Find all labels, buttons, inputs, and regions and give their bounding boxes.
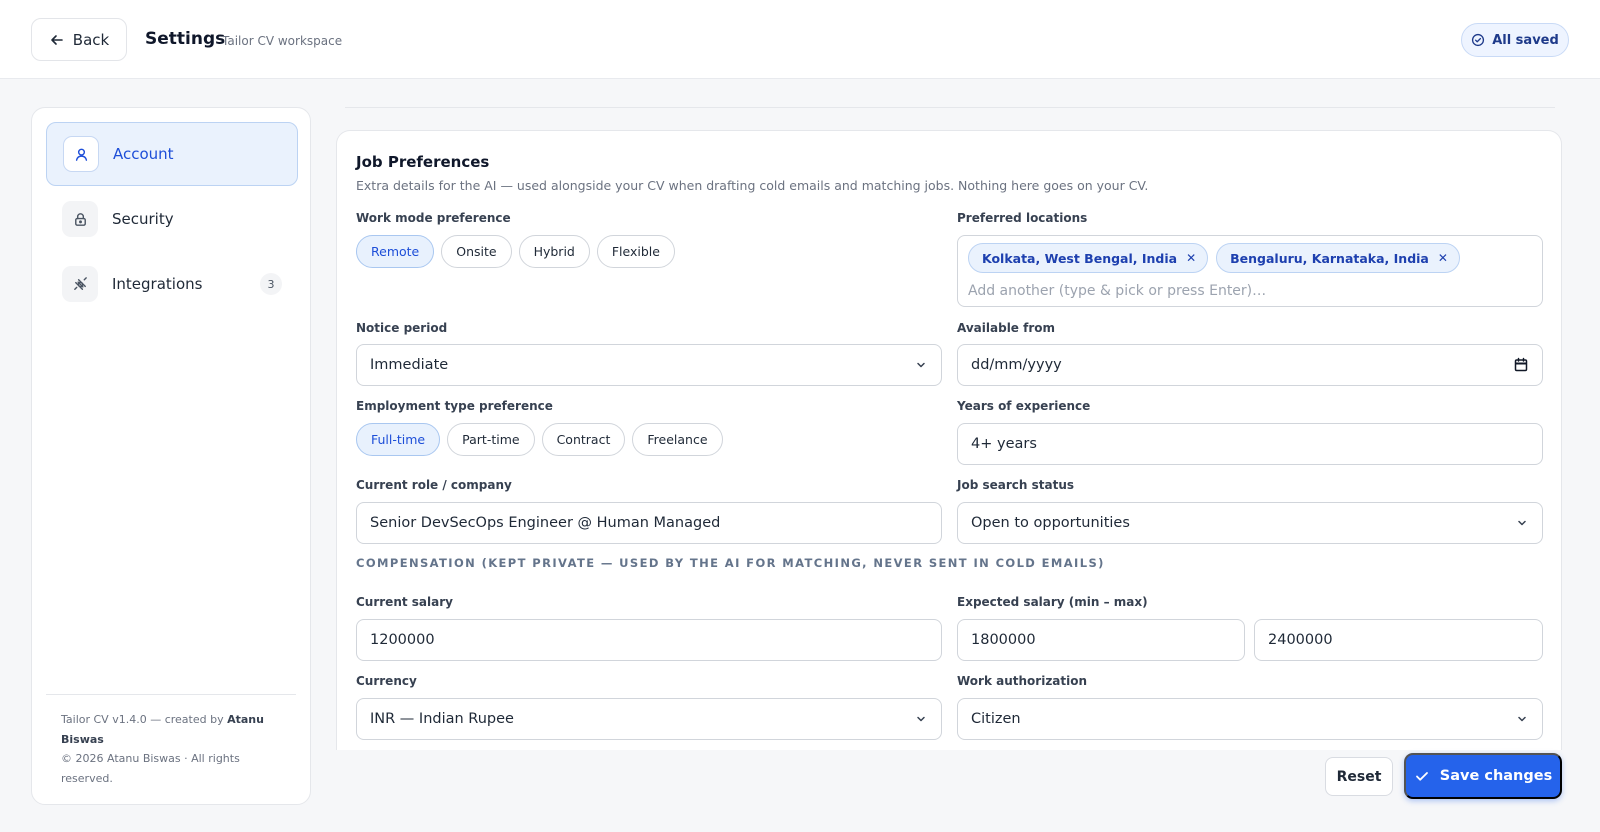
current-role-input[interactable]: Senior DevSecOps Engineer @ Human Manage… xyxy=(356,502,942,544)
employment-type-label: Employment type preference xyxy=(356,399,553,413)
location-tags: Kolkata, West Bengal, India ✕ Bengaluru,… xyxy=(968,243,1460,273)
notice-period-label: Notice period xyxy=(356,321,448,335)
currency-value: INR — Indian Rupee xyxy=(370,711,514,727)
expected-salary-min-value: 1800000 xyxy=(971,632,1036,648)
sidebar-item-label: Account xyxy=(113,145,174,163)
job-search-status-value: Open to opportunities xyxy=(971,515,1130,531)
settings-sidebar: Account Security Integrations 3 Tailor C… xyxy=(31,107,311,805)
employment-option-contract[interactable]: Contract xyxy=(541,423,626,456)
notice-period-select[interactable]: Immediate xyxy=(356,344,942,386)
check-circle-icon xyxy=(1472,33,1485,47)
arrow-left-icon xyxy=(50,34,63,45)
current-salary-label: Current salary xyxy=(356,595,453,609)
work-authorization-select[interactable]: Citizen xyxy=(957,698,1543,740)
sidebar-item-label: Security xyxy=(112,210,174,228)
currency-select[interactable]: INR — Indian Rupee xyxy=(356,698,942,740)
preferred-locations-label: Preferred locations xyxy=(957,211,1088,225)
compensation-heading: COMPENSATION (KEPT PRIVATE — USED BY THE… xyxy=(356,556,1105,570)
sidebar-divider xyxy=(46,694,296,695)
work-mode-chips: Remote Onsite Hybrid Flexible xyxy=(356,235,675,268)
chevron-down-icon xyxy=(917,716,925,722)
save-status-badge: All saved xyxy=(1461,23,1569,57)
work-mode-option-remote[interactable]: Remote xyxy=(356,235,435,268)
save-status-text: All saved xyxy=(1492,32,1559,48)
expected-salary-max-value: 2400000 xyxy=(1268,632,1333,648)
available-from-date-input[interactable]: dd/mm/yyyy xyxy=(957,344,1543,386)
work-authorization-value: Citizen xyxy=(971,711,1021,727)
expected-salary-max-input[interactable]: 2400000 xyxy=(1254,619,1543,661)
version-text: Tailor CV v1.4.0 — created by xyxy=(61,713,224,726)
years-experience-label: Years of experience xyxy=(957,399,1091,413)
sidebar-footer: Tailor CV v1.4.0 — created by Atanu Bisw… xyxy=(61,710,271,788)
user-icon xyxy=(63,136,99,172)
location-tag: Kolkata, West Bengal, India ✕ xyxy=(968,243,1209,273)
notice-period-value: Immediate xyxy=(370,357,449,373)
check-icon xyxy=(1415,772,1428,781)
available-from-label: Available from xyxy=(957,321,1056,335)
remove-tag-icon[interactable]: ✕ xyxy=(1186,251,1196,265)
preferred-locations-field[interactable]: Kolkata, West Bengal, India ✕ Bengaluru,… xyxy=(957,235,1543,307)
calendar-icon[interactable] xyxy=(1513,357,1529,373)
save-button-label: Save changes xyxy=(1439,768,1553,784)
sidebar-item-integrations[interactable]: Integrations 3 xyxy=(46,252,298,316)
location-tag-label: Bengaluru, Karnataka, India xyxy=(1230,250,1429,266)
copyright-text: © 2026 Atanu Biswas · All rights reserve… xyxy=(61,752,240,785)
job-preferences-card: Job Preferences Extra details for the AI… xyxy=(336,130,1562,750)
page-subtitle: Tailor CV workspace xyxy=(222,34,343,48)
lock-icon xyxy=(62,201,98,237)
chevron-down-icon xyxy=(1518,716,1526,722)
expected-salary-min-input[interactable]: 1800000 xyxy=(957,619,1245,661)
location-tag-label: Kolkata, West Bengal, India xyxy=(982,250,1178,266)
sidebar-item-security[interactable]: Security xyxy=(46,187,298,251)
top-bar: Back Settings Tailor CV workspace All sa… xyxy=(0,0,1600,79)
section-divider xyxy=(345,107,1555,108)
current-role-label: Current role / company xyxy=(356,478,512,492)
section-description: Extra details for the AI — used alongsid… xyxy=(356,178,1149,193)
chevron-down-icon xyxy=(917,362,925,368)
employment-option-full-time[interactable]: Full-time xyxy=(356,423,441,456)
employment-option-freelance[interactable]: Freelance xyxy=(632,423,723,456)
employment-type-chips: Full-time Part-time Contract Freelance xyxy=(356,423,723,456)
years-experience-value: 4+ years xyxy=(971,436,1037,452)
back-button-label: Back xyxy=(72,30,110,49)
work-mode-option-flexible[interactable]: Flexible xyxy=(596,235,675,268)
section-title: Job Preferences xyxy=(356,153,490,171)
currency-label: Currency xyxy=(356,674,417,688)
save-changes-button[interactable]: Save changes xyxy=(1404,753,1562,799)
integrations-count-badge: 3 xyxy=(260,273,282,295)
remove-tag-icon[interactable]: ✕ xyxy=(1438,251,1448,265)
current-role-value: Senior DevSecOps Engineer @ Human Manage… xyxy=(370,515,721,531)
employment-option-part-time[interactable]: Part-time xyxy=(447,423,535,456)
job-search-status-select[interactable]: Open to opportunities xyxy=(957,502,1543,544)
job-search-status-label: Job search status xyxy=(957,478,1075,492)
work-mode-label: Work mode preference xyxy=(356,211,511,225)
sidebar-item-account[interactable]: Account xyxy=(46,122,298,186)
current-salary-input[interactable]: 1200000 xyxy=(356,619,942,661)
location-search-input[interactable] xyxy=(968,280,1528,302)
current-salary-value: 1200000 xyxy=(370,632,435,648)
back-button[interactable]: Back xyxy=(31,18,127,61)
page-title: Settings xyxy=(145,29,226,49)
reset-button[interactable]: Reset xyxy=(1325,757,1393,796)
work-authorization-label: Work authorization xyxy=(957,674,1088,688)
work-mode-option-hybrid[interactable]: Hybrid xyxy=(518,235,590,268)
sidebar-item-label: Integrations xyxy=(112,275,203,293)
available-from-value: dd/mm/yyyy xyxy=(971,357,1062,373)
location-tag: Bengaluru, Karnataka, India ✕ xyxy=(1216,243,1460,273)
years-experience-input[interactable]: 4+ years xyxy=(957,423,1543,465)
work-mode-option-onsite[interactable]: Onsite xyxy=(441,235,512,268)
plug-icon xyxy=(62,266,98,302)
expected-salary-label: Expected salary (min – max) xyxy=(957,595,1148,609)
chevron-down-icon xyxy=(1518,520,1526,526)
